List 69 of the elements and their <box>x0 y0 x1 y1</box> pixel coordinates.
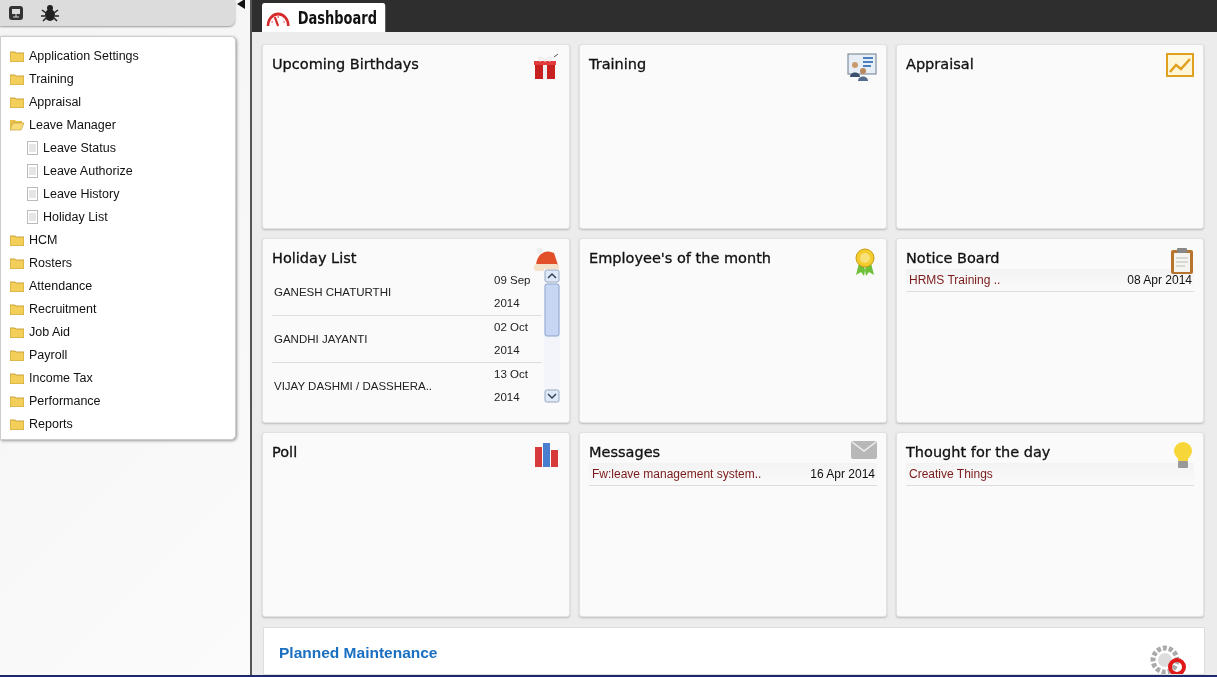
tree-item[interactable]: Reports <box>1 412 235 435</box>
folder-icon <box>10 348 24 361</box>
gift-icon <box>532 53 560 81</box>
holiday-name: GANESH CHATURTHI <box>273 286 393 298</box>
document-icon <box>27 163 38 178</box>
light-bulb-icon <box>1172 441 1194 471</box>
envelope-icon <box>851 441 877 459</box>
panel-title[interactable]: Planned Maintenance <box>279 644 438 662</box>
document-icon <box>27 209 38 224</box>
widget-title: Employee's of the month <box>589 250 771 266</box>
folder-icon <box>10 95 24 108</box>
folder-icon <box>10 417 24 430</box>
tree-item[interactable]: Job Aid <box>1 320 235 343</box>
folder-icon <box>10 371 24 384</box>
tree-item[interactable]: Attendance <box>1 274 235 297</box>
folder-icon <box>10 279 24 292</box>
tree-item[interactable]: Payroll <box>1 343 235 366</box>
widget-title: Notice Board <box>906 250 1000 266</box>
tree-item[interactable]: Performance <box>1 389 235 412</box>
document-icon <box>27 140 38 155</box>
tree-item[interactable]: Appraisal <box>1 90 235 113</box>
widget-title: Training <box>589 56 647 72</box>
folder-icon <box>10 49 24 62</box>
tree-item[interactable]: Leave Authorize <box>1 159 235 182</box>
widget-title: Holiday List <box>272 250 357 266</box>
open-folder-icon <box>10 118 24 131</box>
monitor-icon[interactable] <box>8 5 24 21</box>
tree-item[interactable]: Income Tax <box>1 366 235 389</box>
people-board-icon <box>847 53 877 81</box>
tree-item[interactable]: Leave Manager <box>1 113 235 136</box>
widget-title: Poll <box>272 444 298 460</box>
holiday-date: 09 Sep 2014 <box>494 273 532 311</box>
holiday-date: 02 Oct 2014 <box>494 320 529 358</box>
tree-item[interactable]: Leave Status <box>1 136 235 159</box>
line-chart-icon <box>1166 53 1194 77</box>
collapse-arrow-icon[interactable] <box>236 0 246 9</box>
award-ribbon-icon <box>853 247 877 277</box>
tree-item[interactable]: Recruitment <box>1 297 235 320</box>
list-link[interactable]: HRMS Training .. <box>909 273 1001 287</box>
widget-title: Thought for the day <box>906 444 1051 460</box>
folder-icon <box>10 233 24 246</box>
list-link[interactable]: Creative Things <box>909 467 993 481</box>
tree-item[interactable]: Leave History <box>1 182 235 205</box>
bug-icon[interactable] <box>40 4 60 22</box>
tree-item[interactable]: Rosters <box>1 251 235 274</box>
holiday-date: 13 Oct 2014 <box>494 367 529 405</box>
widget-title: Appraisal <box>906 56 974 72</box>
item-date: 16 Apr 2014 <box>810 467 875 481</box>
tree-item[interactable]: Holiday List <box>1 205 235 228</box>
list-link[interactable]: Fw:leave management system.. <box>592 467 762 481</box>
clipboard-icon <box>1170 247 1194 275</box>
bar-chart-icon <box>534 441 560 467</box>
holiday-name: GANDHI JAYANTI <box>273 333 369 345</box>
holiday-name: VIJAY DASHMI / DASSHERA.. <box>273 380 434 392</box>
dashboard-tab[interactable]: Dashboard <box>262 3 386 32</box>
folder-icon <box>10 394 24 407</box>
folder-icon <box>10 256 24 269</box>
folder-icon <box>10 72 24 85</box>
folder-icon <box>10 302 24 315</box>
hat-icon <box>532 247 560 273</box>
tree-item[interactable]: HCM <box>1 228 235 251</box>
tree-item[interactable]: Application Settings <box>1 44 235 67</box>
widget-title: Messages <box>589 444 661 460</box>
scrollbar[interactable] <box>544 269 560 403</box>
widget-title: Upcoming Birthdays <box>272 56 419 72</box>
item-date: 08 Apr 2014 <box>1127 273 1192 287</box>
document-icon <box>27 186 38 201</box>
folder-icon <box>10 325 24 338</box>
tree-item[interactable]: Training <box>1 67 235 90</box>
